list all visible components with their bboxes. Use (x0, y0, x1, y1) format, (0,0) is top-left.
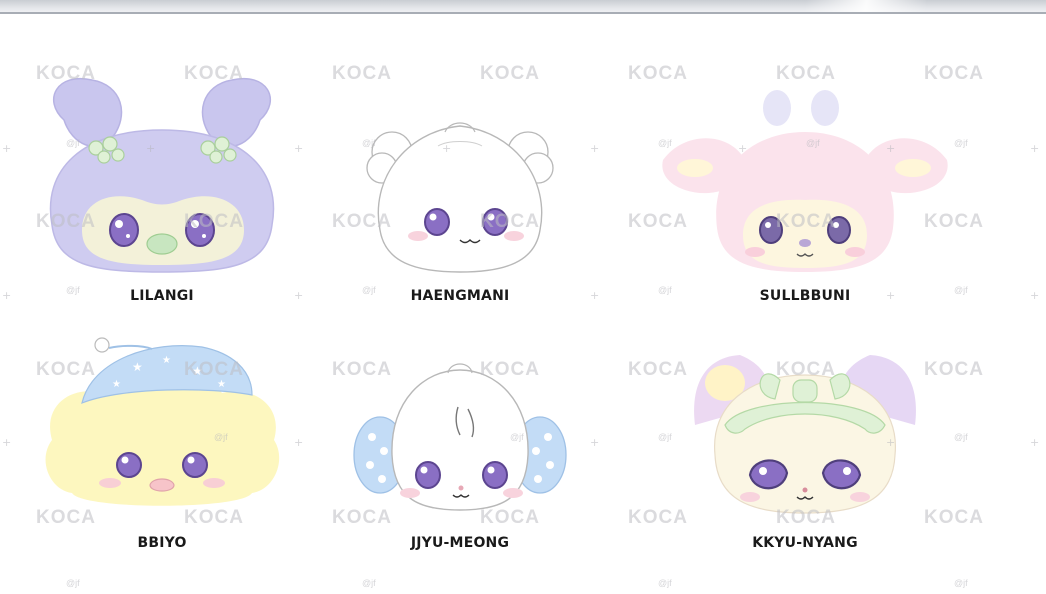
watermark-mark: @jf (954, 285, 968, 295)
watermark-mark: @jf (954, 138, 968, 148)
haengmani-icon (366, 122, 554, 273)
jjyu-meong-icon (353, 363, 567, 511)
character-card-kkyu-nyang: KKYU-NYANG (655, 325, 955, 585)
watermark-cross: + (1030, 142, 1040, 155)
svg-text:★: ★ (112, 379, 121, 390)
watermark-cross: + (2, 436, 12, 449)
top-border-strip (0, 0, 1046, 14)
watermark-cross: + (1030, 289, 1040, 302)
lilangi-icon (49, 77, 275, 273)
watermark-mark: @jf (954, 432, 968, 442)
character-name-lilangi: LILANGI (130, 288, 194, 304)
character-card-jjyu-meong: JJYU-MEONG (310, 325, 610, 585)
character-name-kkyu-nyang: KKYU-NYANG (752, 535, 858, 551)
svg-text:★: ★ (217, 379, 226, 390)
kkyu-nyang-icon (694, 355, 916, 514)
watermark-cross: + (2, 289, 12, 302)
character-name-haengmani: HAENGMANI (410, 288, 510, 304)
character-name-bbiyo: BBIYO (137, 535, 187, 551)
character-card-haengmani: HAENGMANI (310, 60, 610, 320)
character-card-bbiyo: ★ ★ ★ ★ ★ BBIYO (12, 325, 312, 585)
svg-text:★: ★ (162, 355, 171, 366)
svg-text:★: ★ (132, 360, 143, 374)
watermark-cross: + (1030, 436, 1040, 449)
svg-text:★: ★ (192, 364, 203, 378)
character-name-jjyu-meong: JJYU-MEONG (410, 535, 510, 551)
watermark-cross: + (2, 142, 12, 155)
character-card-lilangi: LILANGI (12, 60, 312, 320)
bbiyo-icon: ★ ★ ★ ★ ★ (45, 337, 280, 506)
character-name-sullbbuni: SULLBBUNI (759, 288, 851, 304)
sullbbuni-icon (662, 90, 948, 272)
character-card-sullbbuni: SULLBBUNI (655, 60, 955, 320)
watermark-mark: @jf (954, 578, 968, 588)
top-border-shine (806, 0, 926, 14)
